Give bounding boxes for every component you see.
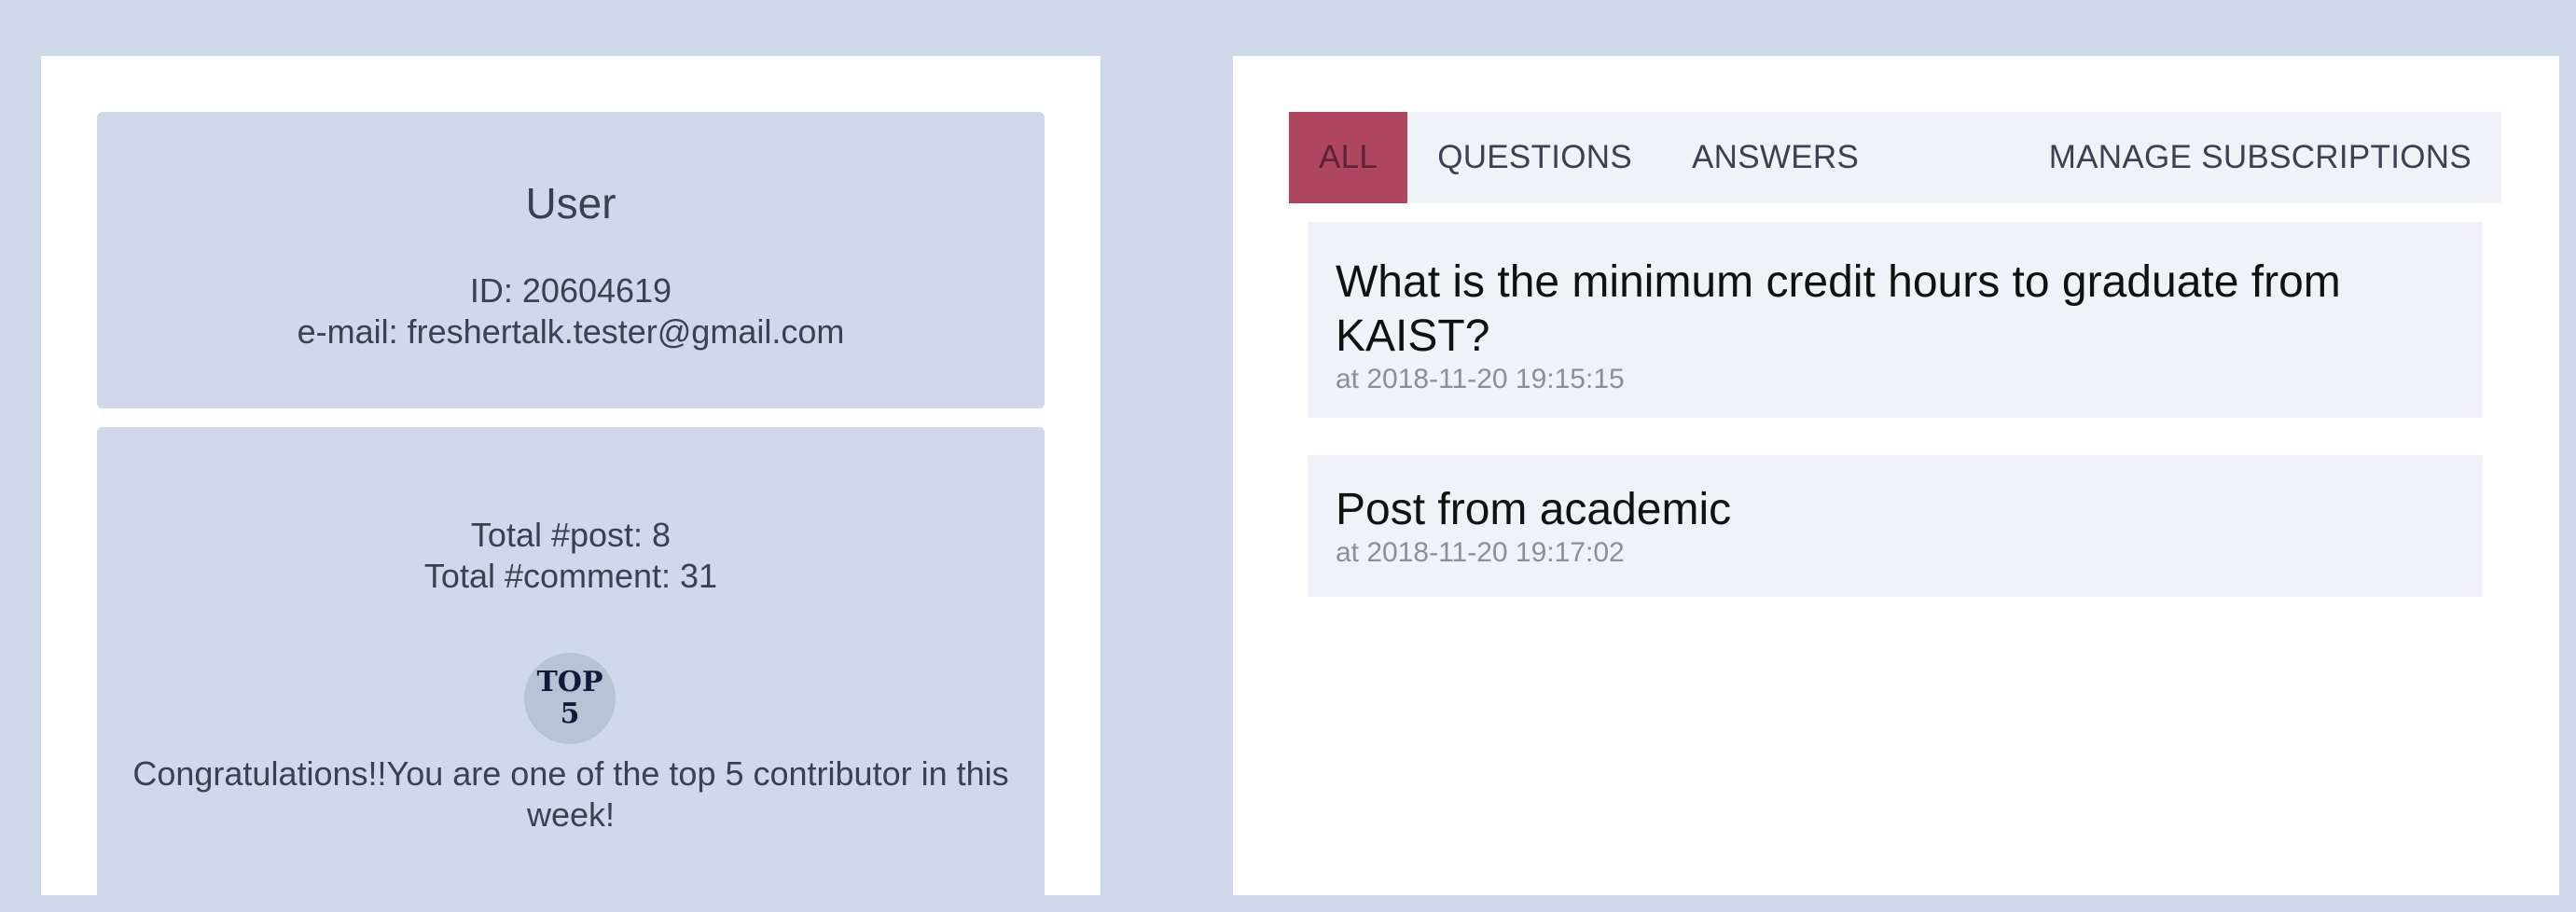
post-title[interactable]: Post from academic <box>1336 483 2455 537</box>
stats-text: Total #post: 8 Total #comment: 31 <box>97 515 1045 597</box>
user-name: User <box>525 179 616 228</box>
user-id: ID: 20604619 <box>469 271 672 310</box>
badge-line-2: 5 <box>560 698 580 730</box>
tab-answers[interactable]: ANSWERS <box>1662 112 1889 203</box>
congrats-message: Congratulations!!You are one of the top … <box>132 754 1009 834</box>
profile-panel: User ID: 20604619 e-mail: freshertalk.te… <box>41 56 1101 912</box>
post-timestamp: at 2018-11-20 19:17:02 <box>1336 537 1625 568</box>
post-item[interactable]: Post from academic at 2018-11-20 19:17:0… <box>1308 455 2483 597</box>
post-timestamp: at 2018-11-20 19:15:15 <box>1336 364 1625 394</box>
badge-line-1: TOP <box>536 666 603 698</box>
profile-card: User ID: 20604619 e-mail: freshertalk.te… <box>97 112 1045 408</box>
tab-manage-subscriptions[interactable]: MANAGE SUBSCRIPTIONS <box>2019 112 2501 203</box>
post-item[interactable]: What is the minimum credit hours to grad… <box>1308 222 2483 418</box>
top-5-badge-icon: TOP 5 <box>524 653 616 744</box>
post-title[interactable]: What is the minimum credit hours to grad… <box>1336 256 2455 364</box>
user-email: e-mail: freshertalk.tester@gmail.com <box>297 312 845 351</box>
tab-all[interactable]: ALL <box>1289 112 1408 203</box>
tab-questions[interactable]: QUESTIONS <box>1407 112 1662 203</box>
tab-bar: ALL QUESTIONS ANSWERS MANAGE SUBSCRIPTIO… <box>1289 112 2501 203</box>
total-comments: Total #comment: 31 <box>423 557 718 595</box>
stats-card: Total #post: 8 Total #comment: 31 TOP 5 … <box>97 427 1045 912</box>
activity-panel: ALL QUESTIONS ANSWERS MANAGE SUBSCRIPTIO… <box>1233 56 2559 895</box>
total-posts: Total #post: 8 <box>470 516 672 554</box>
user-info: ID: 20604619 e-mail: freshertalk.tester@… <box>97 270 1045 352</box>
